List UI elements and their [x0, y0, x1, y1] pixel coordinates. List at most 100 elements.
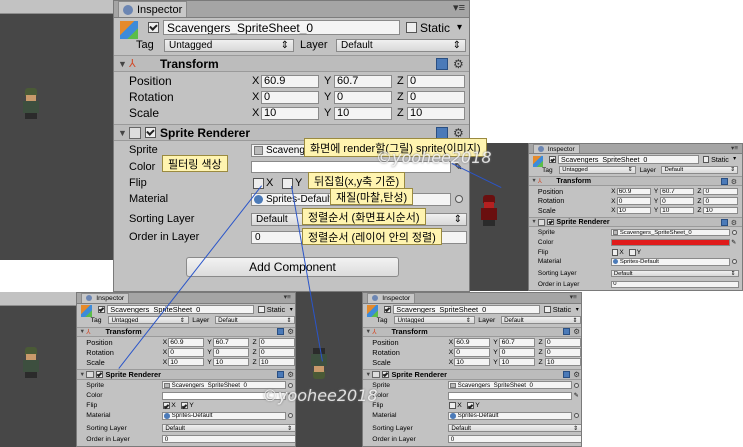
foldout-arrow-icon[interactable]: ▼ — [531, 178, 536, 184]
y-field[interactable]: 0 — [659, 197, 695, 205]
chevron-down-icon[interactable]: ▾ — [457, 22, 462, 33]
tag-dropdown[interactable]: Untagged ⇕ — [394, 316, 475, 325]
material-field[interactable]: Sprites-Default — [610, 257, 730, 266]
active-checkbox[interactable] — [98, 306, 105, 313]
layer-dropdown[interactable]: Default ⇕ — [336, 38, 466, 52]
static-checkbox[interactable] — [258, 306, 265, 313]
flip-y-checkbox[interactable] — [181, 402, 188, 410]
x-field[interactable]: 60.9 — [168, 338, 205, 347]
foldout-arrow-icon[interactable]: ▼ — [366, 329, 372, 335]
active-checkbox[interactable] — [549, 156, 556, 163]
foldout-arrow-icon[interactable]: ▼ — [80, 372, 86, 378]
tab-inspector[interactable]: Inspector — [367, 293, 416, 303]
object-picker-icon[interactable] — [574, 382, 580, 388]
sprite-renderer-header[interactable]: ▼ Sprite Renderer ⚙ — [363, 369, 581, 380]
tab-inspector[interactable]: Inspector — [533, 144, 580, 154]
y-field[interactable]: 0 — [213, 348, 250, 357]
tag-dropdown[interactable]: Untagged ⇕ — [164, 38, 294, 52]
y-field[interactable]: 0 — [334, 90, 392, 104]
help-icon[interactable] — [276, 370, 284, 379]
order-in-layer-field[interactable]: 0 — [610, 280, 739, 289]
component-enabled-checkbox[interactable] — [547, 218, 554, 226]
object-name-field[interactable]: Scavengers_SpriteSheet_0 — [558, 155, 700, 165]
object-picker-icon[interactable] — [731, 259, 737, 265]
x-field[interactable]: 10 — [261, 106, 319, 120]
object-picker-icon[interactable] — [288, 413, 294, 419]
static-checkbox[interactable] — [544, 306, 551, 313]
transform-header[interactable]: ▼ ⅄ Transform ⚙ — [114, 55, 469, 72]
panel-menu-icon[interactable]: ▾≡ — [284, 293, 291, 301]
gear-icon[interactable]: ⚙ — [453, 57, 464, 71]
y-field[interactable]: 10 — [334, 106, 392, 120]
chevron-down-icon[interactable]: ▾ — [576, 306, 579, 313]
object-picker-icon[interactable] — [455, 195, 463, 203]
tab-inspector[interactable]: Inspector — [81, 293, 130, 303]
x-field[interactable]: 0 — [261, 90, 319, 104]
object-name-field[interactable]: Scavengers_SpriteSheet_0 — [393, 304, 541, 315]
transform-header[interactable]: ▼ ⅄ Transform ⚙ — [529, 176, 742, 187]
x-field[interactable]: 60.9 — [261, 74, 319, 88]
y-field[interactable]: 60.7 — [213, 338, 250, 347]
z-field[interactable]: 0 — [703, 187, 738, 196]
layer-dropdown[interactable]: Default ⇕ — [214, 316, 295, 325]
y-field[interactable]: 10 — [659, 206, 695, 215]
z-field[interactable]: 0 — [258, 348, 295, 357]
static-checkbox[interactable] — [406, 22, 417, 33]
scene-view-bottom-left[interactable] — [0, 292, 76, 447]
color-swatch[interactable] — [610, 239, 730, 247]
help-icon[interactable] — [436, 57, 448, 70]
flip-x-checkbox[interactable] — [611, 249, 619, 256]
eyedropper-icon[interactable]: ✎ — [574, 392, 579, 399]
object-picker-icon[interactable] — [731, 230, 737, 236]
help-icon[interactable] — [436, 126, 448, 139]
sprite-field[interactable]: Scavengers_SpriteSheet_0 — [447, 381, 572, 390]
x-field[interactable]: 10 — [454, 358, 491, 367]
sorting-layer-dropdown[interactable]: Default ⇕ — [447, 424, 581, 433]
sprite-field[interactable]: Scavengers_SpriteSheet_0 — [610, 228, 730, 237]
foldout-arrow-icon[interactable]: ▼ — [366, 372, 372, 378]
z-field[interactable]: 0 — [407, 74, 465, 88]
x-field[interactable]: 60.9 — [616, 187, 651, 196]
sprite-renderer-header[interactable]: ▼ Sprite Renderer ⚙ — [529, 217, 742, 228]
scene-view-bottom-mid[interactable] — [296, 292, 362, 447]
z-field[interactable]: 10 — [407, 106, 465, 120]
tab-inspector[interactable]: Inspector — [118, 1, 188, 17]
panel-menu-icon[interactable]: ▾≡ — [731, 144, 738, 152]
gear-icon[interactable]: ⚙ — [573, 327, 580, 336]
transform-header[interactable]: ▼ ⅄ Transform ⚙ — [363, 326, 581, 337]
material-field[interactable]: Sprites-Default — [161, 411, 286, 420]
chevron-down-icon[interactable]: ▾ — [290, 306, 293, 313]
y-field[interactable]: 60.7 — [499, 338, 536, 347]
foldout-arrow-icon[interactable]: ▼ — [531, 219, 536, 225]
chevron-down-icon[interactable]: ▾ — [733, 156, 736, 162]
flip-y-checkbox[interactable] — [629, 249, 636, 256]
component-enabled-checkbox[interactable] — [96, 371, 103, 378]
eyedropper-icon[interactable]: ✎ — [731, 240, 736, 246]
x-field[interactable]: 10 — [168, 358, 205, 367]
x-field[interactable]: 0 — [168, 348, 205, 357]
scene-view-main[interactable] — [0, 0, 113, 260]
z-field[interactable]: 0 — [407, 90, 465, 104]
help-icon[interactable] — [562, 370, 570, 379]
gear-icon[interactable]: ⚙ — [731, 218, 737, 227]
panel-menu-icon[interactable]: ▾≡ — [453, 1, 465, 14]
component-enabled-checkbox[interactable] — [145, 127, 156, 138]
help-icon[interactable] — [720, 218, 728, 226]
foldout-arrow-icon[interactable]: ▼ — [118, 128, 127, 138]
active-checkbox[interactable] — [384, 306, 391, 313]
gear-icon[interactable]: ⚙ — [287, 327, 294, 336]
z-field[interactable]: 10 — [703, 206, 738, 215]
z-field[interactable]: 10 — [544, 358, 581, 367]
help-icon[interactable] — [720, 177, 728, 185]
layer-dropdown[interactable]: Default ⇕ — [500, 316, 581, 325]
flip-x-checkbox[interactable] — [163, 402, 170, 410]
order-in-layer-field[interactable]: 0 — [447, 435, 581, 444]
object-name-field[interactable]: Scavengers_SpriteSheet_0 — [107, 304, 255, 315]
object-picker-icon[interactable] — [574, 413, 580, 419]
color-swatch[interactable] — [447, 392, 572, 400]
sorting-layer-dropdown[interactable]: Default ⇕ — [610, 269, 739, 278]
x-field[interactable]: 0 — [454, 348, 491, 357]
layer-dropdown[interactable]: Default ⇕ — [661, 166, 739, 174]
tag-dropdown[interactable]: Untagged ⇕ — [108, 316, 189, 325]
foldout-arrow-icon[interactable]: ▼ — [80, 329, 86, 335]
